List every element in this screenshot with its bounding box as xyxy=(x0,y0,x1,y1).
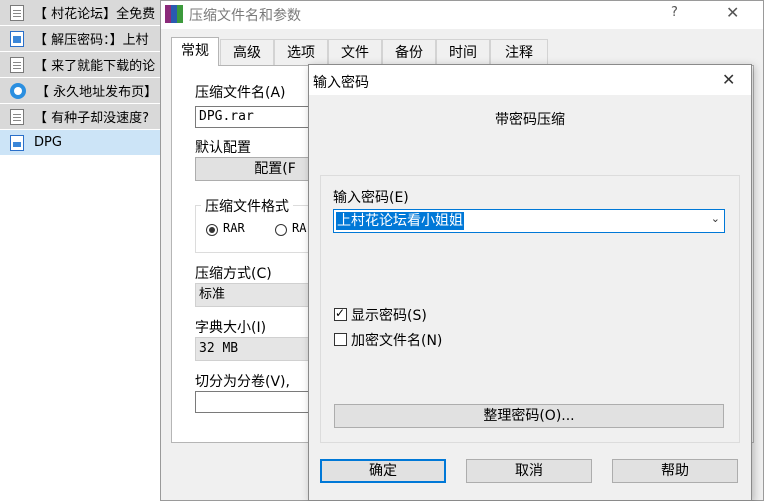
show-password-checkbox[interactable]: ✓ xyxy=(334,306,347,321)
dialog-title: 输入密码 xyxy=(313,75,369,91)
checkmark-icon: ✓ xyxy=(335,306,346,320)
split-label: 切分为分卷(V), xyxy=(195,374,290,390)
close-icon[interactable]: ✕ xyxy=(726,3,739,22)
dialog-heading: 带密码压缩 xyxy=(495,112,565,128)
help-icon[interactable]: ? xyxy=(671,5,678,20)
password-dialog: 输入密码 ✕ 带密码压缩 输入密码(E) 上村花论坛看小姐姐 ⌄ ✓ 显示密码(… xyxy=(308,64,752,501)
tab-time[interactable]: 时间 xyxy=(436,39,490,66)
web-link-icon xyxy=(10,82,26,99)
image-file-icon xyxy=(10,30,24,47)
text-file-icon xyxy=(10,56,24,73)
tab-general[interactable]: 常规 xyxy=(171,37,219,66)
encrypt-names-label: 加密文件名(N) xyxy=(351,333,443,349)
dict-label: 字典大小(I) xyxy=(195,320,267,336)
list-item[interactable]: 【 解压密码：】上村 xyxy=(0,26,165,51)
dialog-title: 压缩文件名和参数 xyxy=(189,8,301,24)
list-item[interactable]: 【 有种子却没速度? xyxy=(0,104,165,129)
method-label: 压缩方式(C) xyxy=(195,266,272,282)
rar-radio-label: RAR xyxy=(223,221,245,235)
format-label: 压缩文件格式 xyxy=(201,196,293,216)
document-file-icon xyxy=(10,134,24,151)
organize-passwords-button[interactable]: 整理密码(O)... xyxy=(334,404,724,428)
rar-radio[interactable] xyxy=(206,224,218,236)
show-password-label: 显示密码(S) xyxy=(351,308,427,324)
rar4-radio[interactable] xyxy=(275,224,287,236)
archive-titlebar: 压缩文件名和参数 ? ✕ xyxy=(161,1,763,29)
password-label: 输入密码(E) xyxy=(333,190,409,206)
file-name: DPG xyxy=(34,135,62,150)
file-name: 【 永久地址发布页】 xyxy=(36,85,158,100)
ok-button[interactable]: 确定 xyxy=(320,459,446,483)
encrypt-names-checkbox[interactable] xyxy=(334,333,347,346)
password-input[interactable]: 上村花论坛看小姐姐 ⌄ xyxy=(333,209,725,233)
rar4-radio-label: RA xyxy=(292,221,307,235)
archive-name-label: 压缩文件名(A) xyxy=(195,85,286,101)
tab-backup[interactable]: 备份 xyxy=(382,39,436,66)
default-profile-label: 默认配置 xyxy=(195,140,251,156)
tab-comment[interactable]: 注释 xyxy=(490,39,548,66)
file-name: 【 村花论坛】全免费 xyxy=(34,7,156,22)
password-titlebar: 输入密码 ✕ xyxy=(309,65,751,95)
winrar-icon xyxy=(165,5,183,23)
tab-files[interactable]: 文件 xyxy=(328,39,382,66)
tab-options[interactable]: 选项 xyxy=(274,39,328,66)
list-item[interactable]: 【 村花论坛】全免费 xyxy=(0,0,165,25)
chevron-down-icon[interactable]: ⌄ xyxy=(711,212,720,225)
file-list: 【 村花论坛】全免费 【 解压密码：】上村 【 来了就能下载的论 【 永久地址发… xyxy=(0,0,165,160)
file-name: 【 有种子却没速度? xyxy=(34,111,150,126)
file-name: 【 解压密码：】上村 xyxy=(34,33,149,48)
help-button[interactable]: 帮助 xyxy=(612,459,738,483)
file-name: 【 来了就能下载的论 xyxy=(34,59,156,74)
cancel-button[interactable]: 取消 xyxy=(466,459,592,483)
password-value: 上村花论坛看小姐姐 xyxy=(336,212,464,230)
text-file-icon xyxy=(10,4,24,21)
list-item[interactable]: 【 来了就能下载的论 xyxy=(0,52,165,77)
list-item[interactable]: 【 永久地址发布页】 xyxy=(0,78,165,103)
list-item[interactable]: DPG xyxy=(0,130,165,155)
text-file-icon xyxy=(10,108,24,125)
close-icon[interactable]: ✕ xyxy=(722,70,735,89)
tab-advanced[interactable]: 高级 xyxy=(220,39,274,66)
